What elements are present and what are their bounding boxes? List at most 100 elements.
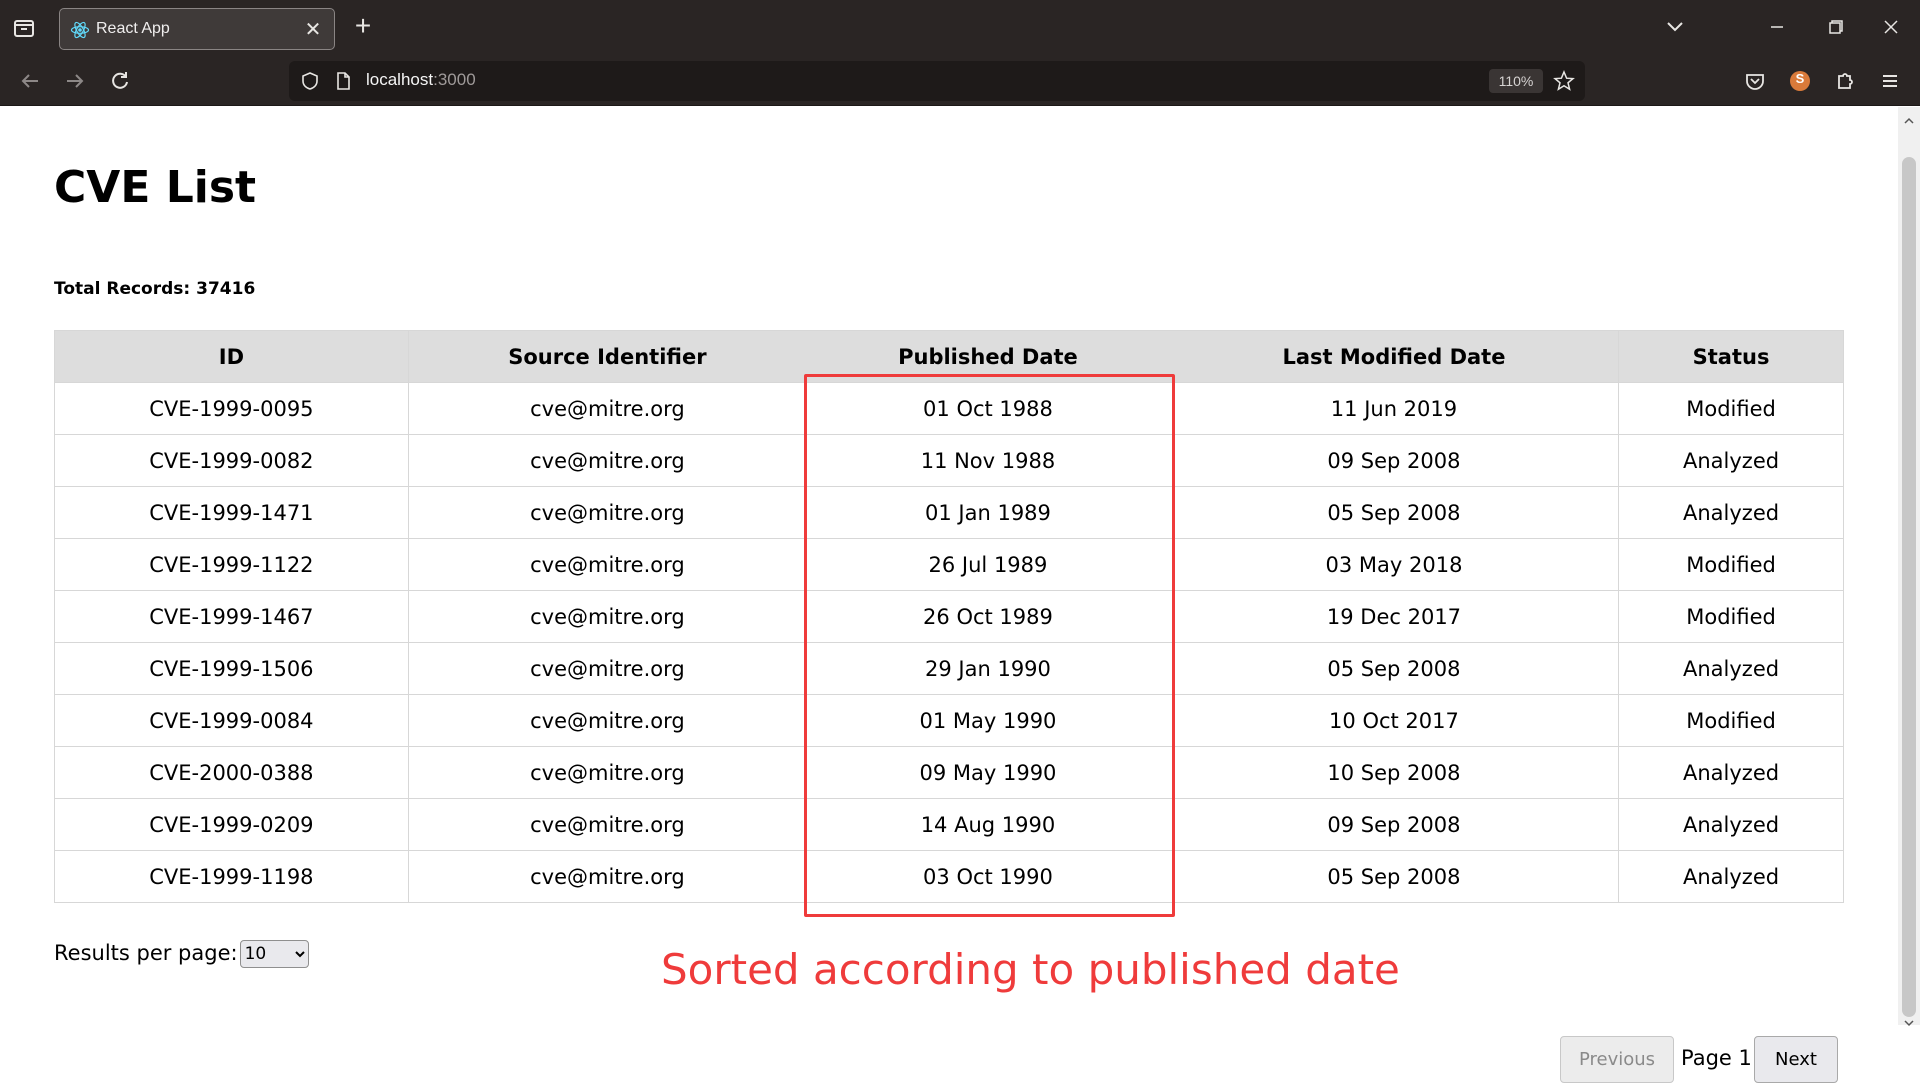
cell-source: cve@mitre.org <box>408 746 807 799</box>
cell-modified: 11 Jun 2019 <box>1169 382 1620 435</box>
vertical-scrollbar[interactable] <box>1898 107 1920 1027</box>
total-records: Total Records: 37416 <box>54 279 256 299</box>
cell-status: Analyzed <box>1618 798 1844 851</box>
cell-source: cve@mitre.org <box>408 590 807 643</box>
cell-id: CVE-1999-1506 <box>54 642 409 695</box>
page-content: CVE List Total Records: 37416 ID Source … <box>0 107 1898 1083</box>
cell-source: cve@mitre.org <box>408 850 807 903</box>
header-published-date[interactable]: Published Date <box>806 330 1170 383</box>
cell-id: CVE-1999-1198 <box>54 850 409 903</box>
table-row[interactable]: CVE-1999-1467 cve@mitre.org 26 Oct 1989 19 … <box>54 590 1844 643</box>
page-number: Page 1 <box>1681 1046 1752 1070</box>
cell-source: cve@mitre.org <box>408 382 807 435</box>
previous-button[interactable]: Previous <box>1560 1036 1674 1083</box>
forward-icon[interactable] <box>61 67 89 95</box>
cell-status: Modified <box>1618 694 1844 747</box>
extensions-icon[interactable] <box>1831 67 1859 95</box>
tab-react-app[interactable]: React App ✕ <box>59 8 335 50</box>
cell-source: cve@mitre.org <box>408 798 807 851</box>
cell-published: 01 Oct 1988 <box>806 382 1170 435</box>
tab-bar: React App ✕ + <box>0 0 1920 55</box>
cell-id: CVE-1999-1467 <box>54 590 409 643</box>
header-last-modified-date[interactable]: Last Modified Date <box>1169 330 1620 383</box>
cell-published: 01 Jan 1989 <box>806 486 1170 539</box>
page-icon[interactable] <box>333 70 353 92</box>
table-row[interactable]: CVE-1999-1506 cve@mitre.org 29 Jan 1990 05 … <box>54 642 1844 695</box>
cell-status: Modified <box>1618 590 1844 643</box>
table-row[interactable]: CVE-1999-1198 cve@mitre.org 03 Oct 1990 05 … <box>54 850 1844 903</box>
cell-status: Modified <box>1618 538 1844 591</box>
cell-modified: 10 Sep 2008 <box>1169 746 1620 799</box>
page-title: CVE List <box>54 162 257 213</box>
cell-id: CVE-1999-1471 <box>54 486 409 539</box>
cell-published: 29 Jan 1990 <box>806 642 1170 695</box>
minimize-icon[interactable] <box>1762 14 1792 40</box>
cell-modified: 09 Sep 2008 <box>1169 798 1620 851</box>
cell-status: Analyzed <box>1618 850 1844 903</box>
cell-id: CVE-1999-1122 <box>54 538 409 591</box>
menu-icon[interactable] <box>1876 67 1904 95</box>
header-source-identifier[interactable]: Source Identifier <box>408 330 807 383</box>
table-row[interactable]: CVE-2000-0388 cve@mitre.org 09 May 1990 10 … <box>54 746 1844 799</box>
cell-published: 09 May 1990 <box>806 746 1170 799</box>
bookmark-star-icon[interactable] <box>1553 70 1575 92</box>
table-row[interactable]: CVE-1999-1122 cve@mitre.org 26 Jul 1989 03 … <box>54 538 1844 591</box>
navigation-bar: localhost:3000 110% S <box>0 55 1920 106</box>
cell-modified: 10 Oct 2017 <box>1169 694 1620 747</box>
next-button[interactable]: Next <box>1754 1036 1838 1083</box>
restore-icon[interactable] <box>1820 14 1850 40</box>
results-per-page: Results per page: 10 <box>54 940 309 968</box>
results-per-page-select[interactable]: 10 <box>239 940 309 968</box>
profile-initial: S <box>1795 71 1805 86</box>
cell-id: CVE-2000-0388 <box>54 746 409 799</box>
table-row[interactable]: CVE-1999-0095 cve@mitre.org 01 Oct 1988 11 … <box>54 382 1844 435</box>
cell-id: CVE-1999-0095 <box>54 382 409 435</box>
close-window-icon[interactable] <box>1876 14 1906 40</box>
pocket-icon[interactable] <box>1741 67 1769 95</box>
scroll-up-icon[interactable] <box>1903 111 1915 124</box>
header-id[interactable]: ID <box>54 330 409 383</box>
cell-source: cve@mitre.org <box>408 486 807 539</box>
zoom-level[interactable]: 110% <box>1489 69 1543 93</box>
shield-icon[interactable] <box>299 70 321 92</box>
cell-source: cve@mitre.org <box>408 694 807 747</box>
address-bar[interactable]: localhost:3000 110% <box>289 61 1585 101</box>
cell-source: cve@mitre.org <box>408 538 807 591</box>
scrollbar-thumb[interactable] <box>1902 157 1916 1017</box>
scroll-down-icon[interactable] <box>1903 1013 1915 1027</box>
url-text[interactable]: localhost:3000 <box>366 70 476 90</box>
cell-modified: 05 Sep 2008 <box>1169 850 1620 903</box>
cell-status: Analyzed <box>1618 486 1844 539</box>
table-row[interactable]: CVE-1999-0082 cve@mitre.org 11 Nov 1988 09 … <box>54 434 1844 487</box>
cell-status: Analyzed <box>1618 642 1844 695</box>
new-tab-icon[interactable]: + <box>349 12 377 41</box>
cell-source: cve@mitre.org <box>408 434 807 487</box>
cell-status: Modified <box>1618 382 1844 435</box>
cell-modified: 19 Dec 2017 <box>1169 590 1620 643</box>
annotation-text: Sorted according to published date <box>661 945 1400 994</box>
cell-modified: 09 Sep 2008 <box>1169 434 1620 487</box>
tab-list-icon[interactable] <box>10 14 38 42</box>
cell-modified: 03 May 2018 <box>1169 538 1620 591</box>
react-icon <box>70 20 90 40</box>
table-row[interactable]: CVE-1999-0084 cve@mitre.org 01 May 1990 10 … <box>54 694 1844 747</box>
cell-published: 03 Oct 1990 <box>806 850 1170 903</box>
table-row[interactable]: CVE-1999-0209 cve@mitre.org 14 Aug 1990 09 … <box>54 798 1844 851</box>
header-status[interactable]: Status <box>1618 330 1844 383</box>
cell-published: 26 Oct 1989 <box>806 590 1170 643</box>
cve-table: ID Source Identifier Published Date Last… <box>54 330 1844 903</box>
close-tab-icon[interactable]: ✕ <box>302 18 324 40</box>
table-header-row: ID Source Identifier Published Date Last… <box>54 330 1844 383</box>
cell-modified: 05 Sep 2008 <box>1169 642 1620 695</box>
cell-id: CVE-1999-0209 <box>54 798 409 851</box>
back-icon[interactable] <box>16 67 44 95</box>
cell-published: 01 May 1990 <box>806 694 1170 747</box>
table-row[interactable]: CVE-1999-1471 cve@mitre.org 01 Jan 1989 05 … <box>54 486 1844 539</box>
reload-icon[interactable] <box>106 67 134 95</box>
cell-id: CVE-1999-0084 <box>54 694 409 747</box>
cell-status: Analyzed <box>1618 434 1844 487</box>
results-per-page-label: Results per page: <box>54 941 238 965</box>
cell-source: cve@mitre.org <box>408 642 807 695</box>
profile-avatar[interactable]: S <box>1786 67 1814 95</box>
list-all-tabs-icon[interactable] <box>1660 14 1690 40</box>
